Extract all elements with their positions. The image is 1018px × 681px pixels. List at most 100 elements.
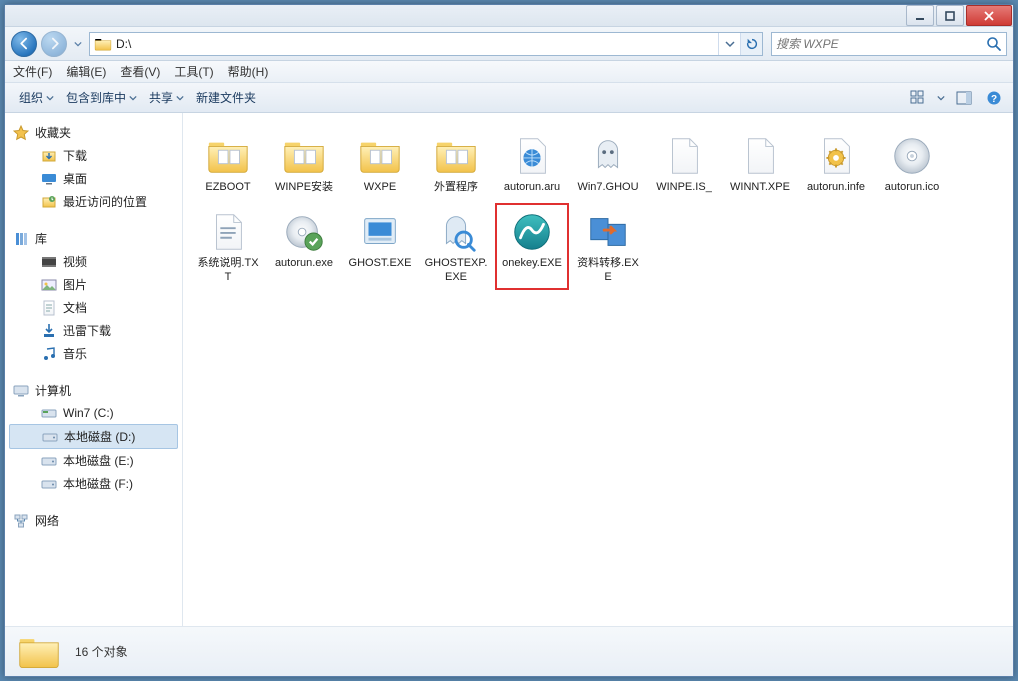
sidebar-item-label: 本地磁盘 (D:): [64, 428, 135, 445]
sidebar-item-music[interactable]: 音乐: [5, 342, 182, 365]
sidebar-item-downloads[interactable]: 下载: [5, 144, 182, 167]
file-label: 系统说明.TXT: [195, 257, 261, 285]
help-button[interactable]: ?: [983, 87, 1005, 109]
sidebar-item-videos[interactable]: 视频: [5, 250, 182, 273]
file-item[interactable]: autorun.aru: [495, 127, 569, 201]
file-icon: [585, 209, 631, 255]
file-label: autorun.aru: [504, 181, 560, 195]
close-button[interactable]: [966, 5, 1012, 26]
file-item[interactable]: 资料转移.EXE: [571, 203, 645, 291]
file-label: 外置程序: [434, 181, 478, 195]
file-item[interactable]: WXPE: [343, 127, 417, 201]
sidebar-item-label: 收藏夹: [35, 124, 71, 141]
file-item[interactable]: autorun.ico: [875, 127, 949, 201]
organize-menu[interactable]: 组织: [13, 86, 60, 109]
file-icon: [433, 209, 479, 255]
content-pane[interactable]: EZBOOT WINPE安装 WXPE 外置程序 autorun.aru Win7.GHO…: [183, 113, 1013, 626]
chevron-down-icon[interactable]: [937, 94, 945, 102]
minimize-button[interactable]: [906, 5, 934, 26]
svg-text:?: ?: [991, 94, 997, 105]
preview-pane-button[interactable]: [953, 87, 975, 109]
address-history-button[interactable]: [718, 33, 740, 55]
menu-item[interactable]: 查看(V): [120, 63, 160, 80]
file-label: WINPE.IS_: [656, 181, 712, 195]
share-menu[interactable]: 共享: [143, 86, 190, 109]
file-label: WINPE安装: [275, 181, 333, 195]
forward-button[interactable]: [41, 31, 67, 57]
file-label: GHOSTEXP.EXE: [423, 257, 489, 285]
sidebar-item-drive-c[interactable]: Win7 (C:): [5, 402, 182, 424]
sidebar-item-drive-d[interactable]: 本地磁盘 (D:): [9, 424, 178, 449]
file-icon: [205, 209, 251, 255]
file-icon: [357, 133, 403, 179]
videos-icon: [41, 254, 57, 270]
sidebar-item-label: 计算机: [35, 382, 71, 399]
sidebar-item-label: 音乐: [63, 345, 87, 362]
sidebar-network[interactable]: 网络: [5, 509, 182, 532]
sidebar-item-label: 视频: [63, 253, 87, 270]
file-icon: [661, 133, 707, 179]
sidebar-item-pictures[interactable]: 图片: [5, 273, 182, 296]
menu-item[interactable]: 文件(F): [13, 63, 52, 80]
file-icon: [433, 133, 479, 179]
sidebar-item-xunlei[interactable]: 迅雷下载: [5, 319, 182, 342]
sidebar-item-label: 图片: [63, 276, 87, 293]
file-icon: [357, 209, 403, 255]
file-item[interactable]: GHOST.EXE: [343, 203, 417, 291]
search-box[interactable]: [771, 32, 1007, 56]
menu-item[interactable]: 工具(T): [174, 63, 213, 80]
file-item[interactable]: autorun.exe: [267, 203, 341, 291]
menu-item[interactable]: 帮助(H): [228, 63, 269, 80]
file-item[interactable]: WINPE.IS_: [647, 127, 721, 201]
explorer-window: D:\ 文件(F) 编辑(E) 查看(V) 工具(T) 帮助(H) 组织 包含到库中 共…: [4, 4, 1014, 677]
file-item[interactable]: onekey.EXE: [495, 203, 569, 291]
file-grid: EZBOOT WINPE安装 WXPE 外置程序 autorun.aru Win7.GHO…: [191, 127, 1005, 290]
file-item[interactable]: WINPE安装: [267, 127, 341, 201]
file-item[interactable]: GHOSTEXP.EXE: [419, 203, 493, 291]
command-bar: 组织 包含到库中 共享 新建文件夹 ?: [5, 83, 1013, 113]
status-count: 16 个对象: [75, 643, 128, 660]
file-item[interactable]: 外置程序: [419, 127, 493, 201]
maximize-button[interactable]: [936, 5, 964, 26]
drive-icon: [42, 429, 58, 445]
view-options-button[interactable]: [907, 87, 929, 109]
nav-history-dropdown[interactable]: [71, 34, 85, 54]
sidebar-item-drive-e[interactable]: 本地磁盘 (E:): [5, 449, 182, 472]
address-path: D:\: [116, 37, 718, 51]
new-folder-button[interactable]: 新建文件夹: [190, 86, 262, 109]
sidebar-favorites[interactable]: 收藏夹: [5, 121, 182, 144]
file-label: autorun.ico: [885, 181, 939, 195]
folder-icon: [94, 35, 112, 53]
file-icon: [585, 133, 631, 179]
details-pane: 16 个对象: [5, 626, 1013, 676]
sidebar-item-label: 本地磁盘 (F:): [63, 475, 133, 492]
sidebar-item-label: Win7 (C:): [63, 406, 114, 420]
sidebar-item-drive-f[interactable]: 本地磁盘 (F:): [5, 472, 182, 495]
nav-row: D:\: [5, 27, 1013, 61]
file-item[interactable]: EZBOOT: [191, 127, 265, 201]
sidebar-item-label: 库: [35, 230, 47, 247]
sidebar-computer[interactable]: 计算机: [5, 379, 182, 402]
sidebar-item-label: 网络: [35, 512, 59, 529]
sidebar-libraries[interactable]: 库: [5, 227, 182, 250]
file-item[interactable]: WINNT.XPE: [723, 127, 797, 201]
network-icon: [13, 513, 29, 529]
file-item[interactable]: 系统说明.TXT: [191, 203, 265, 291]
star-icon: [13, 125, 29, 141]
sidebar-item-recent[interactable]: 最近访问的位置: [5, 190, 182, 213]
search-icon: [986, 36, 1002, 52]
refresh-button[interactable]: [740, 33, 762, 55]
back-button[interactable]: [11, 31, 37, 57]
sidebar-item-desktop[interactable]: 桌面: [5, 167, 182, 190]
lib-icon: [13, 231, 29, 247]
menubar: 文件(F) 编辑(E) 查看(V) 工具(T) 帮助(H): [5, 61, 1013, 83]
search-input[interactable]: [776, 37, 986, 51]
include-in-library-menu[interactable]: 包含到库中: [60, 86, 143, 109]
file-item[interactable]: Win7.GHOU: [571, 127, 645, 201]
address-bar[interactable]: D:\: [89, 32, 763, 56]
file-item[interactable]: autorun.infe: [799, 127, 873, 201]
menu-item[interactable]: 编辑(E): [66, 63, 106, 80]
music-icon: [41, 346, 57, 362]
documents-icon: [41, 300, 57, 316]
sidebar-item-documents[interactable]: 文档: [5, 296, 182, 319]
